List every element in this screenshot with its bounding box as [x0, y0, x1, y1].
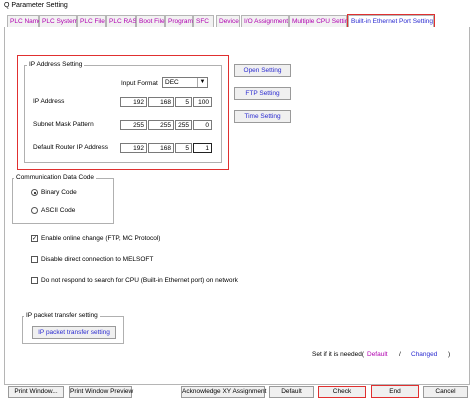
check-button[interactable]: Check — [318, 386, 366, 398]
router-octet-3[interactable]: 5 — [175, 143, 192, 153]
subnet-octet-3[interactable]: 255 — [175, 120, 192, 130]
tab-plc-name[interactable]: PLC Name — [7, 15, 42, 27]
window-title: Q Parameter Setting — [4, 2, 68, 9]
tab-built-in-ethernet-port-setting[interactable]: Built-in Ethernet Port Setting — [347, 14, 435, 28]
print-window-button[interactable]: Print Window... — [8, 386, 64, 398]
ip-address-label: IP Address — [33, 98, 65, 105]
input-format-select[interactable]: DEC ▼ — [162, 77, 208, 88]
input-format-value: DEC — [165, 79, 179, 86]
router-octet-4[interactable]: 1 — [193, 143, 212, 153]
disable-direct-connection-label: Disable direct connection to MELSOFT — [41, 256, 154, 263]
no-respond-search-label: Do not respond to search for CPU (Built-… — [41, 277, 238, 284]
set-if-needed-text: Set if it is needed( — [312, 351, 365, 358]
router-octet-2[interactable]: 168 — [148, 143, 174, 153]
communication-data-code-group — [12, 178, 114, 224]
ip-address-octet-4[interactable]: 100 — [193, 97, 212, 107]
comm-group-title: Communication Data Code — [14, 174, 97, 181]
acknowledge-xy-assignment-button[interactable]: Acknowledge XY Assignment — [181, 386, 266, 398]
default-router-label: Default Router IP Address — [33, 144, 109, 151]
router-octet-1[interactable]: 192 — [120, 143, 147, 153]
online-change-label: Enable online change (FTP, MC Protocol) — [41, 235, 161, 242]
open-setting-button[interactable]: Open Setting — [234, 64, 291, 77]
tab-io-assignment[interactable]: I/O Assignment — [241, 15, 289, 27]
tab-boot-file[interactable]: Boot File — [136, 15, 165, 27]
ftp-setting-button[interactable]: FTP Setting — [234, 87, 291, 100]
ascii-code-label: ASCII Code — [41, 207, 76, 214]
input-format-label: Input Format — [121, 80, 158, 87]
tab-device[interactable]: Device — [216, 15, 240, 27]
tab-program[interactable]: Program — [165, 15, 193, 27]
no-respond-search-checkbox[interactable] — [31, 277, 38, 284]
binary-code-radio[interactable] — [31, 189, 38, 196]
legend-slash: / — [399, 351, 401, 358]
tab-multiple-cpu-setting[interactable]: Multiple CPU Setting — [289, 15, 352, 27]
ip-address-octet-3[interactable]: 5 — [175, 97, 192, 107]
default-button[interactable]: Default — [269, 386, 314, 398]
tab-plc-file[interactable]: PLC File — [77, 15, 106, 27]
online-change-checkbox[interactable]: ✓ — [31, 235, 38, 242]
changed-legend-link: Changed — [411, 351, 438, 358]
subnet-mask-label: Subnet Mask Pattern — [33, 121, 94, 128]
tab-sfc[interactable]: SFC — [193, 15, 214, 27]
subnet-octet-2[interactable]: 255 — [148, 120, 174, 130]
subnet-octet-4[interactable]: 0 — [193, 120, 212, 130]
end-button[interactable]: End — [371, 385, 419, 398]
ip-packet-transfer-button[interactable]: IP packet transfer setting — [32, 326, 116, 339]
ip-transfer-group-title: IP packet transfer setting — [24, 312, 100, 319]
default-legend-link: Default — [367, 351, 388, 358]
cancel-button[interactable]: Cancel — [423, 386, 468, 398]
ip-address-octet-2[interactable]: 168 — [148, 97, 174, 107]
print-window-preview-button[interactable]: Print Window Preview — [69, 386, 133, 398]
ip-address-octet-1[interactable]: 192 — [120, 97, 147, 107]
chevron-down-icon: ▼ — [197, 78, 207, 87]
title-bar: Q Parameter Setting — [0, 0, 474, 12]
ip-group-title: IP Address Setting — [27, 61, 85, 68]
binary-code-label: Binary Code — [41, 189, 77, 196]
tab-plc-ras[interactable]: PLC RAS — [106, 15, 137, 27]
disable-direct-connection-checkbox[interactable] — [31, 256, 38, 263]
subnet-octet-1[interactable]: 255 — [120, 120, 147, 130]
time-setting-button[interactable]: Time Setting — [234, 110, 291, 123]
ascii-code-radio[interactable] — [31, 207, 38, 214]
tab-plc-system[interactable]: PLC System — [39, 15, 78, 27]
legend-close-paren: ) — [448, 351, 451, 358]
